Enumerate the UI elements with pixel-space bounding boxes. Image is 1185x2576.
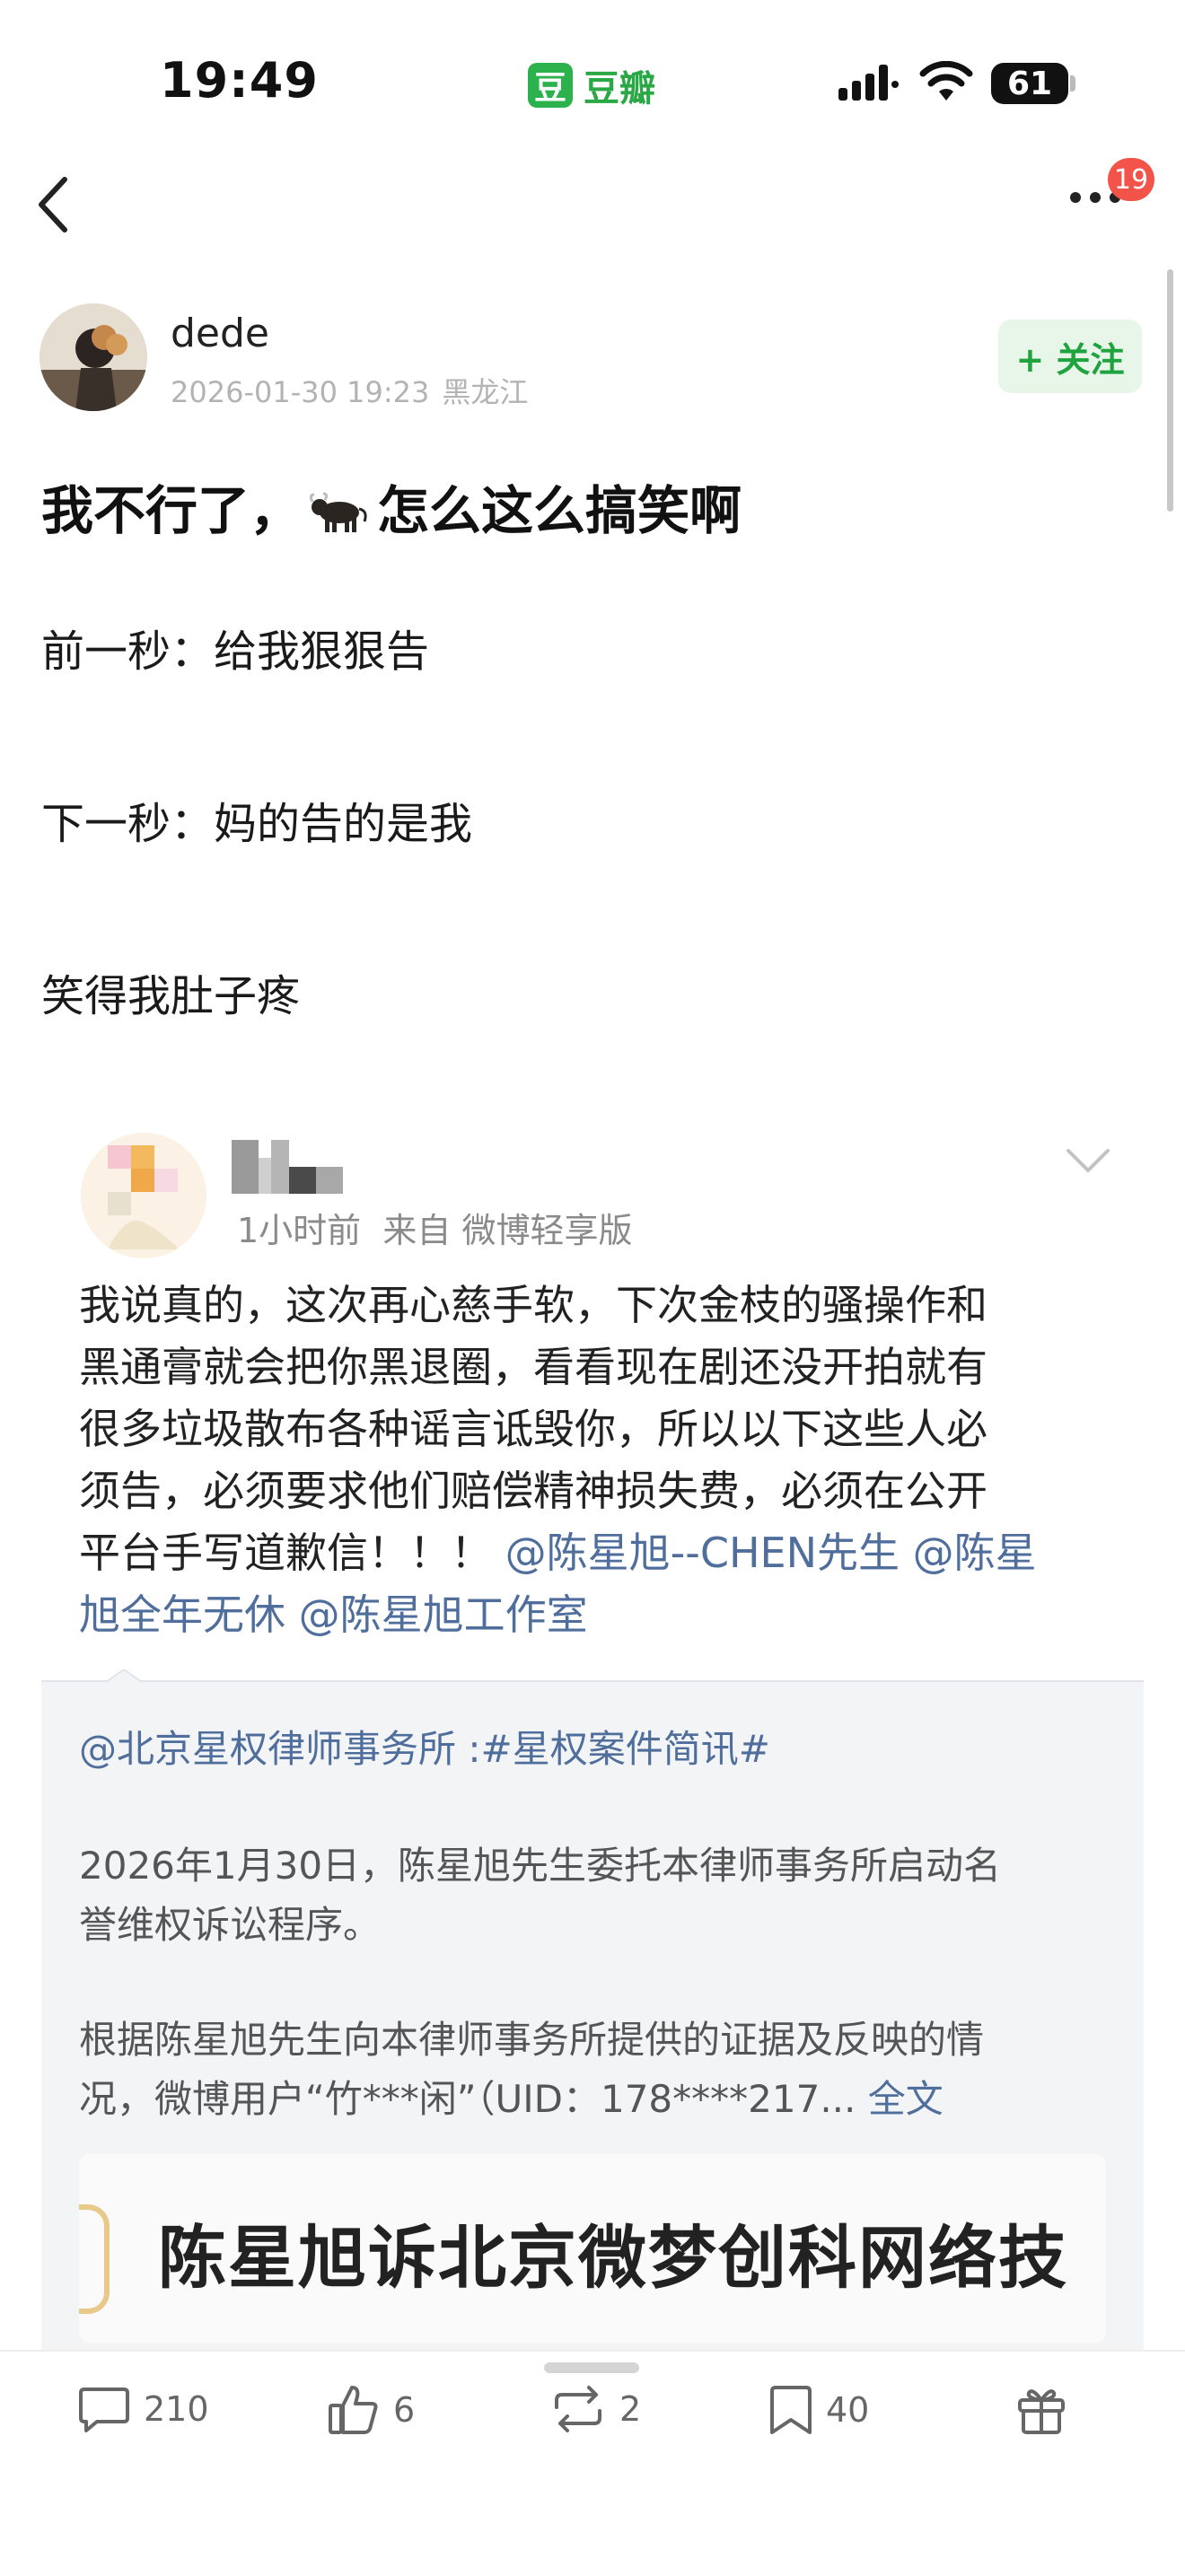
mention-link[interactable]: @陈星旭工作室 [299,1590,588,1639]
quote-image-caption: 陈星旭诉北京微梦创科网络技 [158,2218,1068,2298]
scrollbar[interactable] [1167,269,1173,512]
repost-text-line: 黑通膏就会把你黑退圈，看看现在剧还没开拍就有 [79,1343,988,1391]
mention-link[interactable]: @陈星旭--CHEN先生 [505,1529,900,1577]
post-meta: 2026-01-30 19:23 黑龙江 [171,370,528,411]
quote-image[interactable]: 陈星旭诉北京微梦创科网络技 [79,2154,1106,2343]
repost-meta: 1小时前 来自 微博轻享版 [237,1203,632,1252]
quote-text-line: 2026年1月30日，陈星旭先生委托本律师事务所启动名 [79,1844,1002,1888]
post-datetime: 2026-01-30 19:23 [171,375,430,409]
drag-handle[interactable] [544,2362,639,2373]
post-line-3: 笑得我肚子疼 [41,971,301,1021]
notification-badge: 19 [1108,158,1154,201]
battery-tip [1070,75,1075,92]
repost-time: 1小时前 [237,1211,362,1250]
repost-text-line: 须告，必须要求他们赔偿精神损失费，必须在公开 [79,1467,988,1515]
title-text-end: 怎么这么搞笑啊 [377,480,742,541]
repost-text-line: 旭全年无休 @陈星旭工作室 [79,1584,1111,1646]
chevron-down-icon[interactable] [1065,1147,1111,1174]
bull-icon [309,492,367,532]
follow-button[interactable]: + 关注 [998,320,1142,393]
quote-pointer [106,1669,142,1683]
post-line-1: 前一秒：给我狠狠告 [41,626,430,677]
quote-header: @北京星权律师事务所 :#星权案件简讯# [79,1720,1111,1779]
collect-count: 40 [826,2390,870,2430]
author-avatar[interactable] [40,303,147,411]
like-count: 6 [393,2390,416,2430]
app-indicator: 豆 豆瓣 [528,59,655,111]
bookmark-icon [770,2386,812,2434]
repost-text: 我说真的，这次再心慈手软，下次金枝的骚操作和 黑通膏就会把你黑退圈，看看现在剧还… [79,1275,1111,1646]
comment-button[interactable]: 210 [77,2384,209,2434]
douban-logo-icon: 豆 [528,63,573,108]
repost-source: 来自 微博轻享版 [382,1211,633,1250]
quote-text-line: 根据陈星旭先生向本律师事务所提供的证据及反映的情 [79,2018,985,2062]
battery-indicator: 61 [991,63,1068,104]
quote-header-link[interactable]: @北京星权律师事务所 :#星权案件简讯# [79,1727,770,1771]
repost-count: 2 [619,2389,642,2429]
comment-count: 210 [144,2389,209,2429]
read-more-link[interactable]: 全文 [868,2077,944,2121]
collect-button[interactable]: 40 [768,2384,869,2436]
quote-text-line: 誉维权诉讼程序。 [79,1903,382,1947]
post-title: 我不行了， 怎么这么搞笑啊 [41,469,742,544]
title-text-start: 我不行了， [41,480,303,541]
image-bracket-decoration [79,2204,110,2314]
post-location: 黑龙江 [442,375,529,409]
like-button[interactable]: 6 [327,2384,415,2436]
quote-text-tail: 况，微博用户“竹***闲”（UID：178****217... [79,2077,856,2121]
gift-button[interactable] [1016,2384,1066,2436]
repost-icon [555,2386,601,2432]
back-arrow-icon[interactable] [36,176,72,233]
post-line-2: 下一秒：妈的告的是我 [41,799,473,849]
repost-text-line: 平台手写道歉信！！！ @陈星旭--CHEN先生 @陈星 [79,1522,1111,1584]
status-time: 19:49 [160,52,319,109]
repost-button[interactable]: 2 [549,2384,641,2434]
comment-icon [79,2388,129,2432]
wifi-icon [919,61,973,101]
repost-text-line: 很多垃圾散布各种谣言诋毁你，所以以下这些人必 [79,1405,988,1453]
quote-text-line: 况，微博用户“竹***闲”（UID：178****217... 全文 [79,2070,1111,2129]
mention-link[interactable]: @陈星 [913,1529,1037,1577]
author-name[interactable]: dede [171,311,269,356]
cellular-signal-icon [838,65,899,101]
mention-link[interactable]: 旭全年无休 [79,1590,285,1639]
thumbs-up-icon [329,2386,378,2434]
repost-avatar[interactable] [81,1133,206,1258]
repost-text-plain: 平台手写道歉信！！！ [79,1529,492,1577]
repost-text-line: 我说真的，这次再心慈手软，下次金枝的骚操作和 [79,1281,988,1329]
app-name: 豆瓣 [584,68,655,110]
repost-username-pixelated[interactable] [232,1136,348,1196]
gift-icon [1018,2389,1065,2434]
